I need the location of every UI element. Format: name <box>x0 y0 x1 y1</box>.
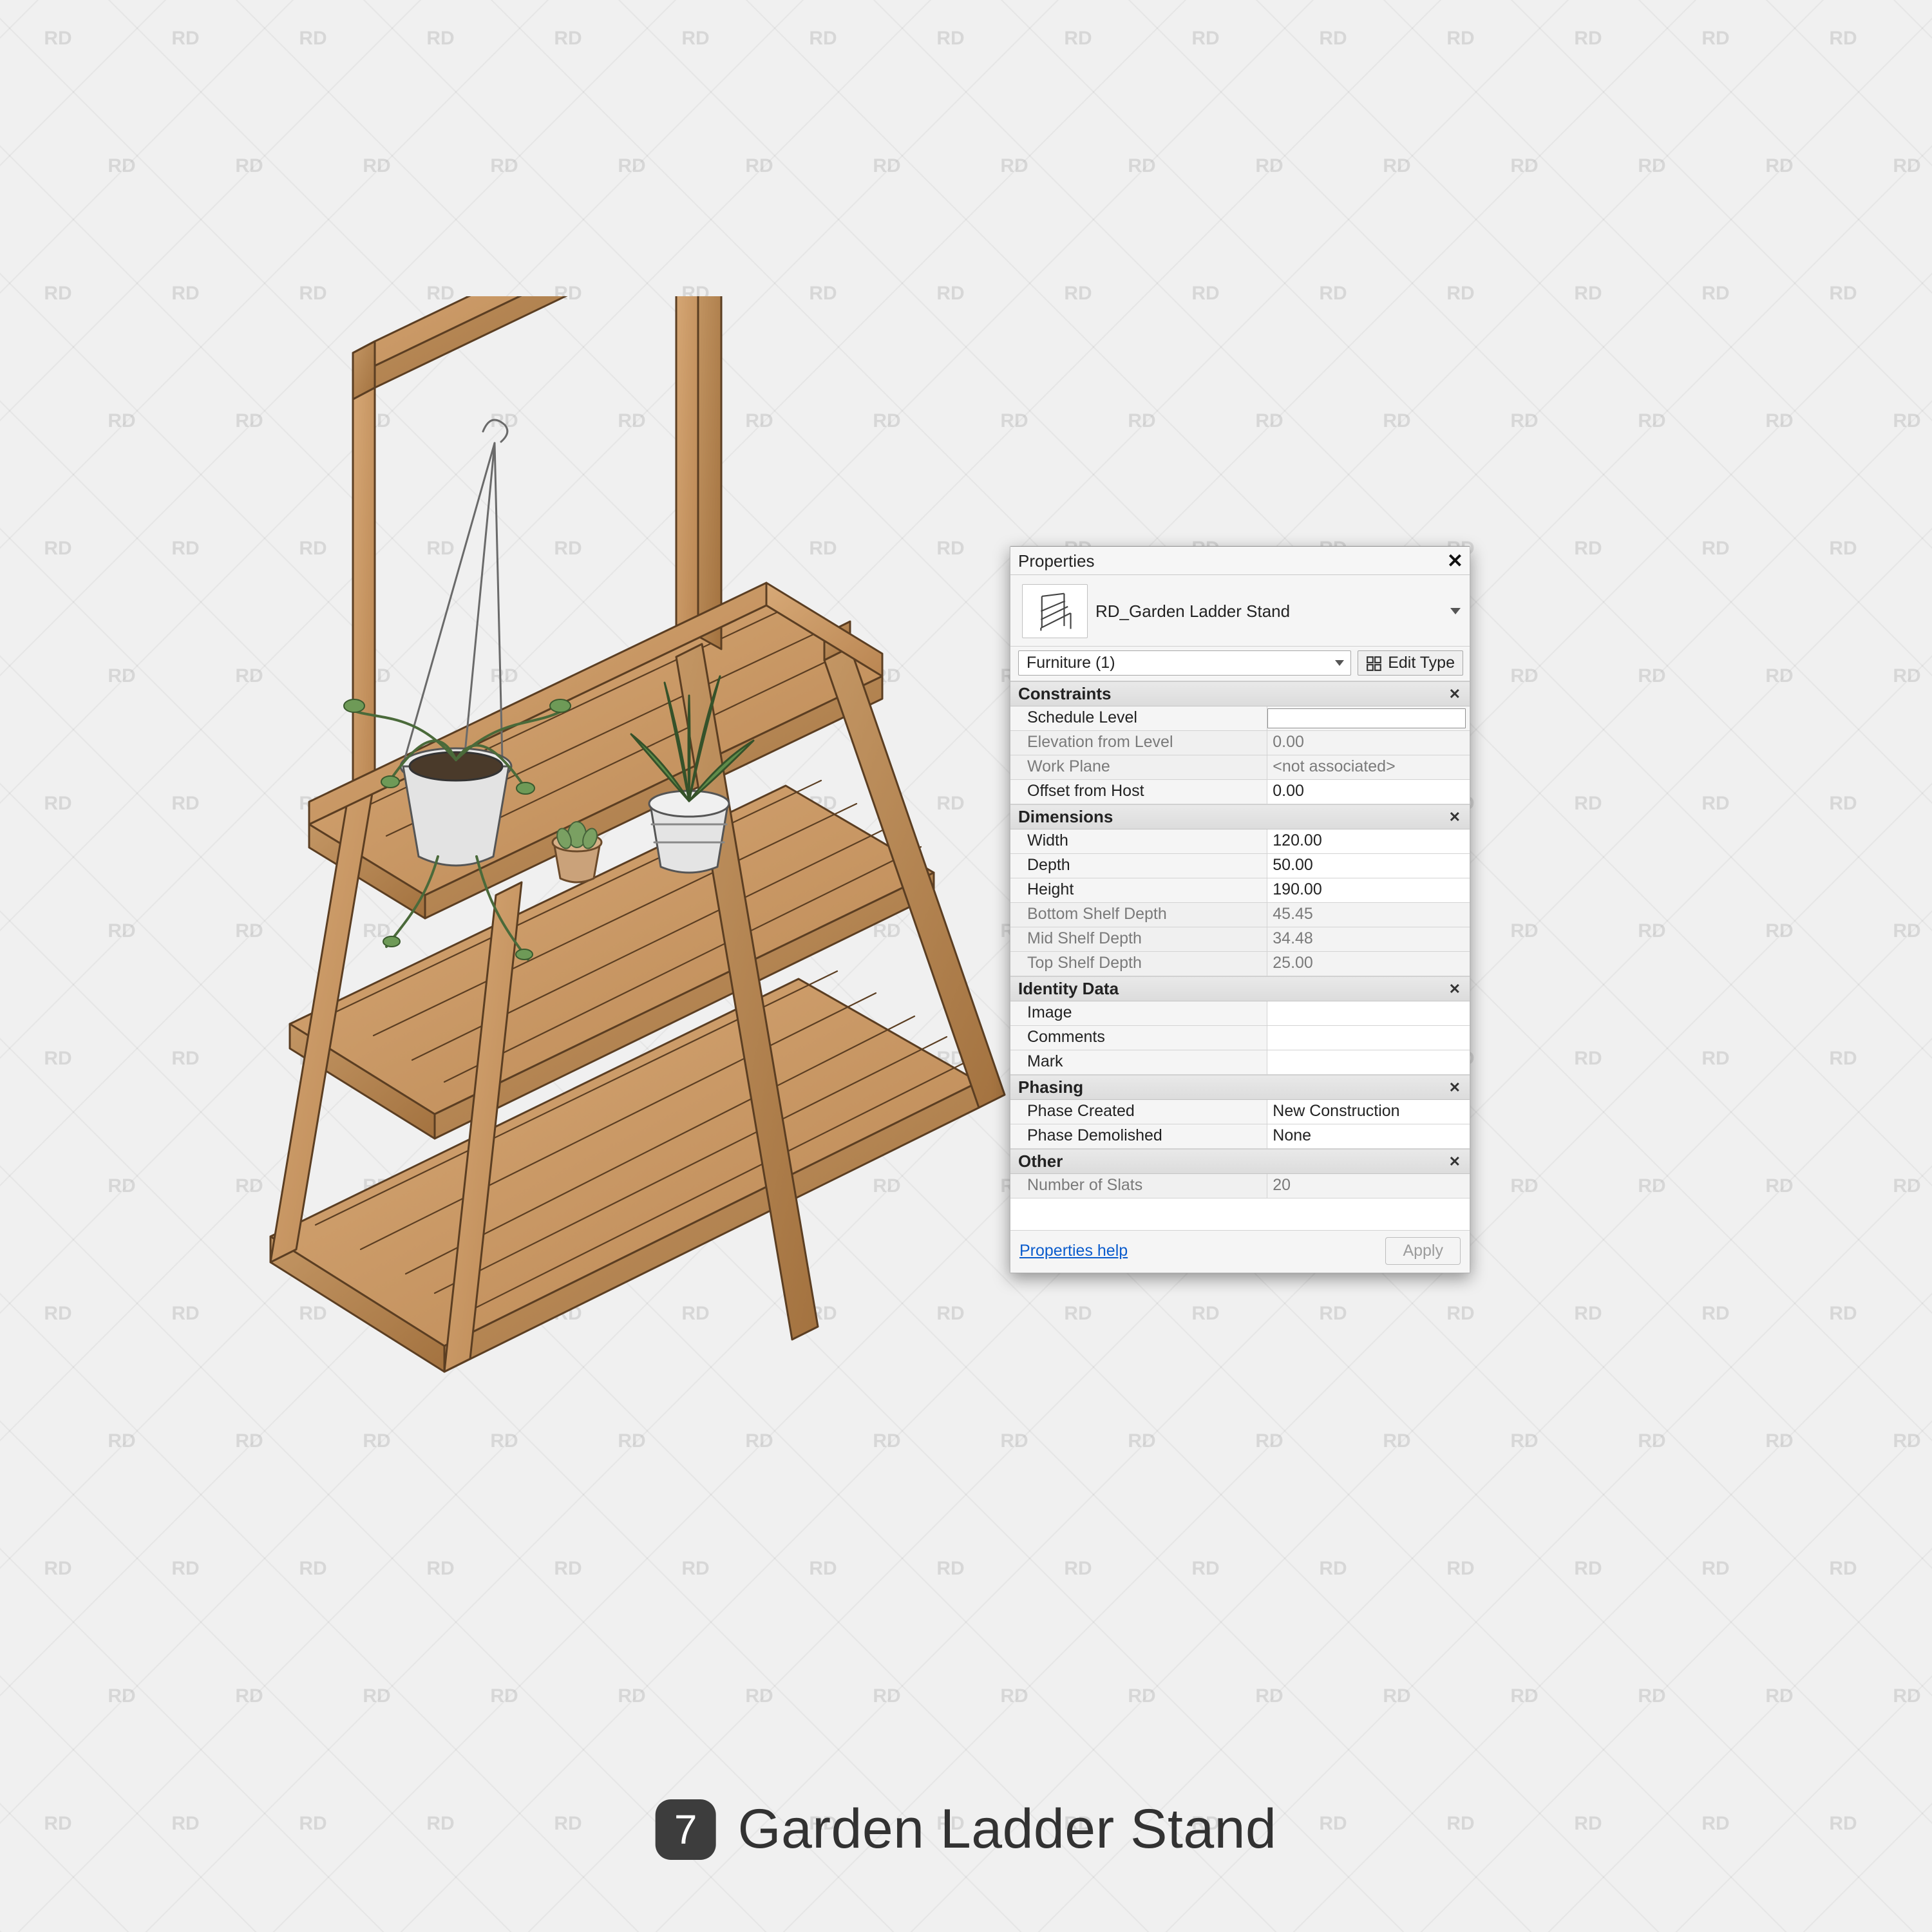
prop-row-top-shelf-depth: Top Shelf Depth 25.00 <box>1010 952 1470 976</box>
panel-titlebar[interactable]: Properties ✕ <box>1010 547 1470 575</box>
edit-type-label: Edit Type <box>1388 654 1455 672</box>
collapse-icon: ✕ <box>1449 1153 1461 1170</box>
apply-button[interactable]: Apply <box>1385 1237 1461 1265</box>
properties-panel: Properties ✕ RD_Garden Ladder Stand Furn… <box>1010 546 1470 1273</box>
edit-type-button[interactable]: Edit Type <box>1358 650 1463 676</box>
close-icon[interactable]: ✕ <box>1447 550 1463 573</box>
section-header-phasing[interactable]: Phasing✕ <box>1010 1075 1470 1100</box>
page-caption: 7 Garden Ladder Stand <box>656 1797 1277 1861</box>
instance-selector-label: Furniture (1) <box>1027 654 1115 672</box>
ladder-stand-3d-render <box>142 296 1043 1455</box>
prop-row-width[interactable]: Width 120.00 <box>1010 829 1470 854</box>
family-thumbnail-icon <box>1022 584 1088 638</box>
prop-row-image[interactable]: Image <box>1010 1001 1470 1026</box>
properties-help-link[interactable]: Properties help <box>1019 1242 1128 1260</box>
caption-number-badge: 7 <box>656 1799 716 1860</box>
panel-title: Properties <box>1018 551 1095 571</box>
section-header-other[interactable]: Other✕ <box>1010 1149 1470 1174</box>
family-type-selector[interactable]: RD_Garden Ladder Stand <box>1010 575 1470 647</box>
chevron-down-icon <box>1335 660 1344 666</box>
collapse-icon: ✕ <box>1449 686 1461 703</box>
collapse-icon: ✕ <box>1449 981 1461 998</box>
prop-row-comments[interactable]: Comments <box>1010 1026 1470 1050</box>
prop-row-bottom-shelf-depth: Bottom Shelf Depth 45.45 <box>1010 903 1470 927</box>
prop-row-phase-demolished[interactable]: Phase Demolished None <box>1010 1124 1470 1149</box>
collapse-icon: ✕ <box>1449 1079 1461 1096</box>
prop-row-phase-created[interactable]: Phase Created New Construction <box>1010 1100 1470 1124</box>
edit-type-icon <box>1366 655 1383 672</box>
prop-row-schedule-level[interactable]: Schedule Level <box>1010 706 1470 731</box>
dropdown-caret-icon <box>1450 608 1461 614</box>
prop-row-depth[interactable]: Depth 50.00 <box>1010 854 1470 878</box>
caption-title: Garden Ladder Stand <box>738 1797 1277 1861</box>
prop-row-offset-from-host[interactable]: Offset from Host 0.00 <box>1010 780 1470 804</box>
prop-row-mark[interactable]: Mark <box>1010 1050 1470 1075</box>
section-header-constraints[interactable]: Constraints✕ <box>1010 681 1470 706</box>
collapse-icon: ✕ <box>1449 809 1461 826</box>
instance-selector[interactable]: Furniture (1) <box>1018 650 1351 676</box>
prop-row-work-plane: Work Plane <not associated> <box>1010 755 1470 780</box>
prop-row-height[interactable]: Height 190.00 <box>1010 878 1470 903</box>
prop-row-mid-shelf-depth: Mid Shelf Depth 34.48 <box>1010 927 1470 952</box>
properties-empty-area <box>1010 1198 1470 1231</box>
prop-row-number-of-slats: Number of Slats 20 <box>1010 1174 1470 1198</box>
prop-row-elevation-from-level: Elevation from Level 0.00 <box>1010 731 1470 755</box>
section-header-dimensions[interactable]: Dimensions✕ <box>1010 804 1470 829</box>
family-type-name: RD_Garden Ladder Stand <box>1095 601 1290 621</box>
section-header-identity-data[interactable]: Identity Data✕ <box>1010 976 1470 1001</box>
schedule-level-input[interactable] <box>1267 708 1466 728</box>
